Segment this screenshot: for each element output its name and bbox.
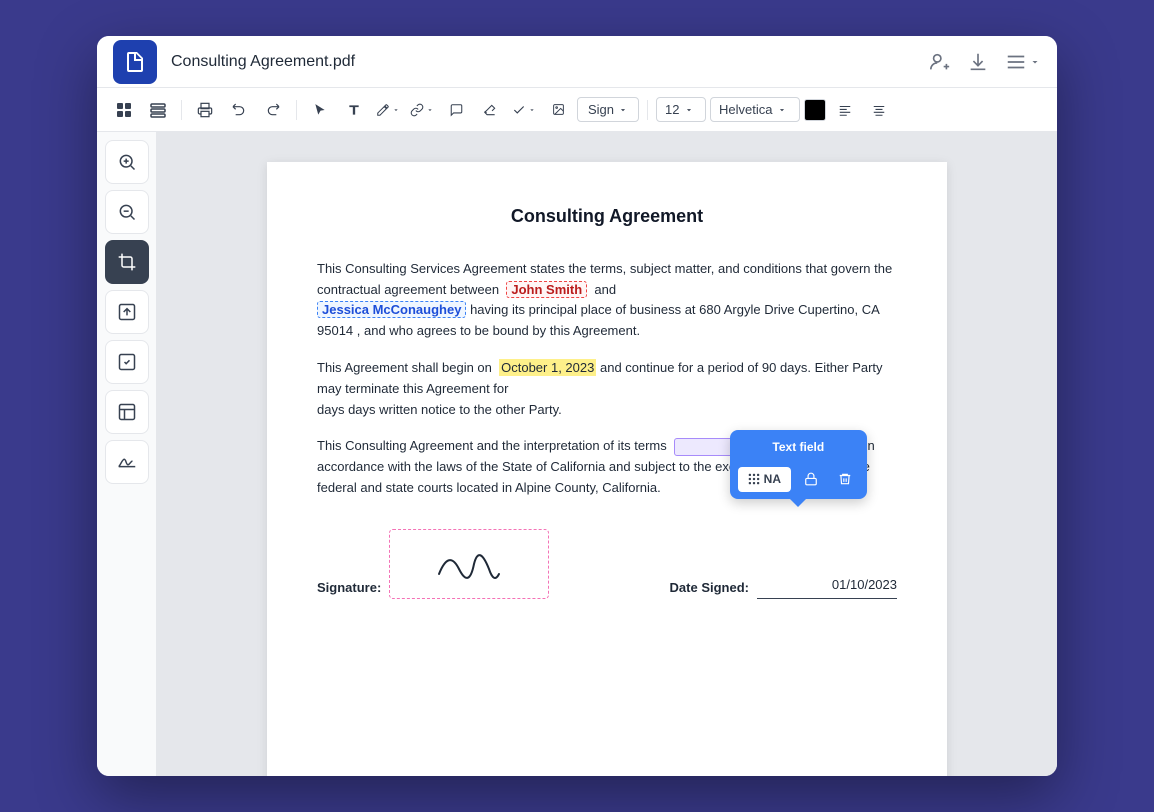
font-family-value: Helvetica [719, 102, 772, 117]
signature-box[interactable] [389, 529, 549, 599]
separator-2 [296, 100, 297, 120]
logo-icon [123, 50, 147, 74]
main-content: Consulting Agreement This Consulting Ser… [97, 132, 1057, 776]
signature-image [419, 539, 519, 589]
app-window: Consulting Agreement.pdf [97, 36, 1057, 776]
tooltip-arrow [790, 499, 806, 507]
text-field-tooltip: Text field [730, 430, 867, 499]
list-view-button[interactable] [143, 95, 173, 125]
document-page: Consulting Agreement This Consulting Ser… [267, 162, 947, 776]
template-button[interactable] [105, 390, 149, 434]
date-signed-label: Date Signed: [670, 578, 749, 599]
para2-before: This Agreement shall begin on [317, 360, 492, 375]
image-button[interactable] [543, 95, 573, 125]
para1-between: and [594, 282, 616, 297]
separator-3 [647, 100, 648, 120]
undo-button[interactable] [224, 95, 254, 125]
tooltip-drag-handle[interactable]: NA [738, 467, 791, 492]
tooltip-label: Text field [738, 436, 859, 459]
cursor-button[interactable] [305, 95, 335, 125]
tooltip-actions: NA [738, 465, 859, 493]
download-button[interactable] [967, 51, 989, 73]
document-area: Consulting Agreement This Consulting Ser… [157, 132, 1057, 776]
sign-label: Sign [588, 102, 614, 117]
add-user-button[interactable] [929, 51, 951, 73]
font-size-value: 12 [665, 102, 679, 117]
text-button[interactable] [339, 95, 369, 125]
separator-1 [181, 100, 182, 120]
zoom-out-button[interactable] [105, 190, 149, 234]
checkmark-button[interactable] [509, 95, 539, 125]
app-logo [113, 40, 157, 84]
date-signed-value: 01/10/2023 [757, 575, 897, 599]
sign-button[interactable]: Sign [577, 97, 639, 122]
signature-label: Signature: [317, 578, 381, 599]
tooltip-lock-button[interactable] [797, 465, 825, 493]
para3-before: This Consulting Agreement and the interp… [317, 438, 667, 453]
print-button[interactable] [190, 95, 220, 125]
document-filename: Consulting Agreement.pdf [171, 53, 929, 71]
title-bar: Consulting Agreement.pdf [97, 36, 1057, 88]
redo-button[interactable] [258, 95, 288, 125]
left-sidebar [97, 132, 157, 776]
link-button[interactable] [407, 95, 437, 125]
checkbox-tool-button[interactable] [105, 340, 149, 384]
tooltip-delete-button[interactable] [831, 465, 859, 493]
paragraph-2: This Agreement shall begin on October 1,… [317, 358, 897, 420]
name2-field[interactable]: Jessica McConaughey [317, 301, 466, 318]
font-family-selector[interactable]: Helvetica [710, 97, 800, 122]
signature-right: Date Signed: 01/10/2023 [670, 575, 897, 599]
pen-button[interactable] [373, 95, 403, 125]
color-picker[interactable] [804, 99, 826, 121]
erase-button[interactable] [475, 95, 505, 125]
title-bar-actions [929, 51, 1041, 73]
crop-button[interactable] [105, 240, 149, 284]
signature-left: Signature: [317, 529, 549, 599]
document-title: Consulting Agreement [317, 202, 897, 231]
comment-button[interactable] [441, 95, 471, 125]
name1-field[interactable]: John Smith [506, 281, 587, 298]
zoom-in-button[interactable] [105, 140, 149, 184]
na-badge-label: NA [764, 470, 781, 489]
upload-button[interactable] [105, 290, 149, 334]
paragraph-1: This Consulting Services Agreement state… [317, 259, 897, 342]
align-center-button[interactable] [864, 95, 894, 125]
grid-view-button[interactable] [109, 95, 139, 125]
para2-trailing: days days written notice to the other Pa… [317, 402, 562, 417]
signature-tool-button[interactable] [105, 440, 149, 484]
signature-area: Signature: Date Signed: 01/10/2023 [317, 529, 897, 599]
menu-button[interactable] [1005, 51, 1041, 73]
date-field[interactable]: October 1, 2023 [499, 359, 596, 376]
font-size-selector[interactable]: 12 [656, 97, 706, 122]
align-left-button[interactable] [830, 95, 860, 125]
toolbar: Sign 12 Helvetica [97, 88, 1057, 132]
